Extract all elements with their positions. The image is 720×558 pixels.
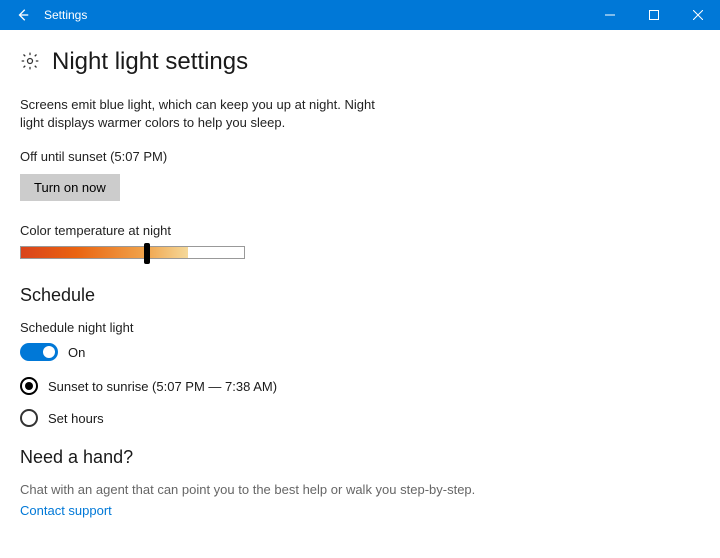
page-description: Screens emit blue light, which can keep … (20, 96, 380, 131)
back-arrow-icon (16, 8, 30, 22)
radio-set-hours[interactable]: Set hours (20, 409, 700, 427)
schedule-toggle-label: Schedule night light (20, 320, 700, 335)
schedule-heading: Schedule (20, 285, 700, 306)
toggle-state-label: On (68, 345, 85, 360)
toggle-knob (43, 346, 55, 358)
back-button[interactable] (8, 0, 38, 30)
schedule-toggle[interactable] (20, 343, 58, 361)
radio-icon-unchecked (20, 409, 38, 427)
radio-sunset-label: Sunset to sunrise (5:07 PM — 7:38 AM) (48, 379, 277, 394)
color-temp-slider[interactable] (20, 246, 245, 259)
page-content: Night light settings Screens emit blue l… (0, 30, 720, 538)
color-temp-slider-wrap (20, 246, 700, 259)
page-header: Night light settings (20, 48, 700, 76)
titlebar: Settings (0, 0, 720, 30)
slider-remainder (188, 247, 244, 258)
help-heading: Need a hand? (20, 447, 700, 468)
color-temp-label: Color temperature at night (20, 223, 700, 238)
app-title: Settings (44, 8, 87, 22)
help-description: Chat with an agent that can point you to… (20, 482, 700, 497)
schedule-toggle-row: On (20, 343, 700, 361)
radio-icon-checked (20, 377, 38, 395)
contact-support-link[interactable]: Contact support (20, 503, 700, 518)
radio-set-hours-label: Set hours (48, 411, 104, 426)
radio-sunset-to-sunrise[interactable]: Sunset to sunrise (5:07 PM — 7:38 AM) (20, 377, 700, 395)
maximize-button[interactable] (632, 0, 676, 30)
help-section: Need a hand? Chat with an agent that can… (20, 447, 700, 518)
window-controls (588, 0, 720, 30)
status-text: Off until sunset (5:07 PM) (20, 149, 700, 164)
minimize-icon (605, 10, 615, 20)
turn-on-now-button[interactable]: Turn on now (20, 174, 120, 201)
slider-thumb[interactable] (144, 243, 150, 264)
gear-icon (20, 51, 40, 74)
maximize-icon (649, 10, 659, 20)
minimize-button[interactable] (588, 0, 632, 30)
page-title: Night light settings (52, 48, 248, 76)
close-icon (693, 10, 703, 20)
close-button[interactable] (676, 0, 720, 30)
